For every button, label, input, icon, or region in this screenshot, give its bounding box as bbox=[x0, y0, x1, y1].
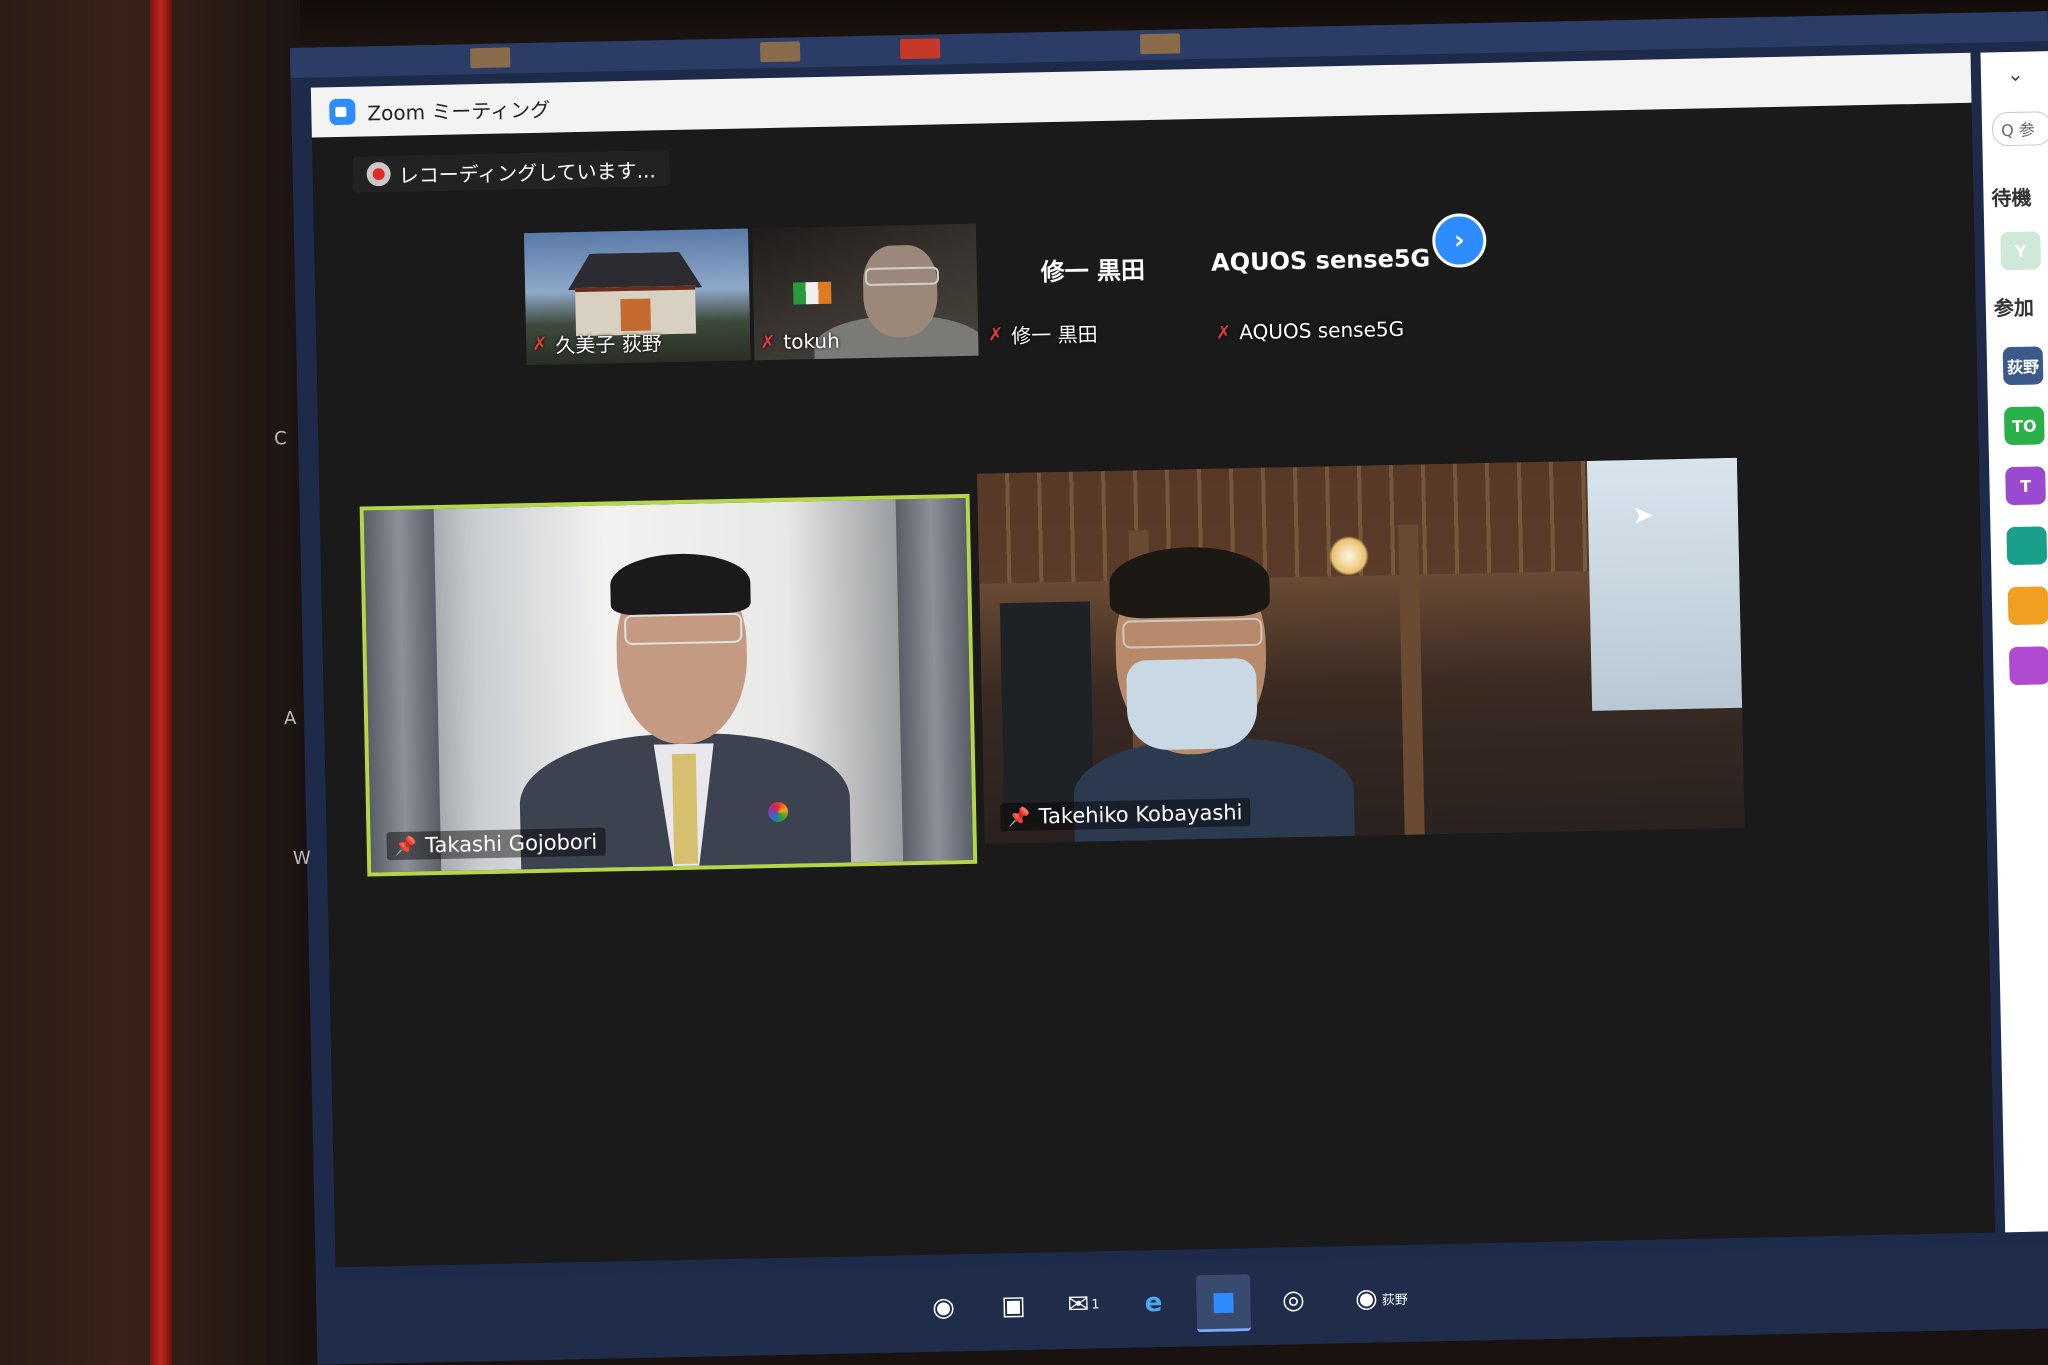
profile-label: 荻野 bbox=[1381, 1292, 1408, 1308]
participant-name: tokuh bbox=[783, 328, 840, 354]
glasses-shape bbox=[623, 612, 743, 646]
projection-screen-shape bbox=[1586, 457, 1743, 711]
curtain-shape bbox=[363, 509, 442, 873]
speaker-hair-shape bbox=[609, 552, 751, 616]
recording-label: レコーディングしています... bbox=[398, 157, 656, 188]
window-title: Zoom ミーティング bbox=[367, 97, 551, 125]
participant-thumbnail[interactable]: AQUOS sense5G ✗ AQUOS sense5G bbox=[1207, 214, 1435, 351]
mail-icon[interactable]: ✉ 1 bbox=[1056, 1277, 1111, 1332]
search-text: Q 参 bbox=[2000, 120, 2035, 141]
zoom-app-icon[interactable]: ■ bbox=[1195, 1274, 1252, 1333]
pin-icon: 📌 bbox=[394, 835, 418, 857]
participant-avatar[interactable] bbox=[2008, 646, 2048, 686]
participant-avatar[interactable] bbox=[2007, 586, 2048, 626]
avatar-label: 荻野 bbox=[2006, 357, 2040, 378]
participant-name: 修一 黒田 bbox=[1011, 322, 1098, 348]
participant-avatar[interactable]: TO bbox=[2003, 406, 2045, 446]
microphone-muted-icon: ✗ bbox=[760, 331, 776, 353]
zoom-meeting-window: Zoom ミーティング レコーディングしています... ✗ 久美子 荻野 ✗ t… bbox=[310, 52, 1996, 1268]
avatar-label: TO bbox=[2011, 416, 2037, 436]
speaker-video-tile[interactable]: 📌 Takehiko Kobayashi bbox=[977, 457, 1745, 844]
chrome-glyph: ◉ bbox=[1354, 1283, 1379, 1314]
face-mask-shape bbox=[1126, 657, 1258, 751]
participant-thumbnail[interactable]: ✗ tokuh bbox=[751, 223, 979, 361]
chrome-icon[interactable]: ◉ bbox=[916, 1280, 971, 1335]
participant-thumbnail[interactable]: ✗ 久美子 荻野 bbox=[523, 228, 751, 366]
mail-glyph: ✉ bbox=[1067, 1289, 1090, 1320]
participant-avatar[interactable] bbox=[2006, 526, 2048, 566]
participant-name-tag: ✗ AQUOS sense5G bbox=[1216, 317, 1404, 345]
participant-center-label: 修一 黒田 bbox=[1040, 256, 1146, 287]
curtain-shape bbox=[895, 497, 974, 862]
files-icon[interactable]: ▣ bbox=[986, 1279, 1041, 1334]
participant-avatar[interactable]: Y bbox=[2000, 231, 2042, 271]
obs-icon[interactable]: ◎ bbox=[1266, 1273, 1321, 1328]
desktop-icon[interactable] bbox=[1139, 33, 1181, 55]
speaker-name-tag: 📌 Takehiko Kobayashi bbox=[999, 798, 1251, 832]
participant-name: 久美子 荻野 bbox=[555, 331, 662, 358]
waiting-room-heading: 待機 bbox=[1991, 185, 2032, 211]
desktop-icon[interactable] bbox=[470, 47, 511, 69]
speaker-video-tile[interactable]: 📌 Takashi Gojobori bbox=[359, 493, 978, 877]
gallery-next-button[interactable]: › bbox=[1431, 212, 1487, 269]
participants-heading: 参加 bbox=[1993, 295, 2035, 321]
participant-name-tag: ✗ 久美子 荻野 bbox=[532, 327, 662, 359]
desktop-edge-letter: C bbox=[273, 428, 287, 450]
speaker-name-tag: 📌 Takashi Gojobori bbox=[386, 827, 606, 861]
temple-door-shape bbox=[620, 298, 651, 332]
chevron-right-icon: › bbox=[1453, 225, 1465, 256]
glasses-shape bbox=[864, 266, 940, 287]
pin-icon: 📌 bbox=[1008, 806, 1031, 828]
desktop-icon[interactable] bbox=[899, 38, 941, 60]
participant-name-tag: ✗ tokuh bbox=[760, 329, 840, 355]
monitor-red-frame bbox=[150, 0, 172, 1365]
participant-thumbnail[interactable]: 修一 黒田 ✗ 修一 黒田 bbox=[979, 218, 1207, 356]
glasses-shape bbox=[1122, 617, 1263, 649]
edge-icon[interactable]: e bbox=[1126, 1276, 1181, 1331]
desktop-icon[interactable] bbox=[759, 41, 801, 63]
microphone-muted-icon: ✗ bbox=[1215, 321, 1232, 344]
desktop-edge-letter: W bbox=[292, 847, 312, 870]
participant-avatar[interactable]: T bbox=[2005, 466, 2046, 506]
participant-avatar[interactable]: 荻野 bbox=[2002, 346, 2044, 386]
mail-badge: 1 bbox=[1091, 1296, 1100, 1312]
recording-indicator[interactable]: レコーディングしています... bbox=[352, 150, 671, 193]
speaker-name: Takashi Gojobori bbox=[424, 829, 598, 858]
chrome-profile-icon[interactable]: ◉ 荻野 bbox=[1336, 1270, 1427, 1326]
temple-roof-shape bbox=[554, 251, 715, 290]
avatar-label: Y bbox=[2014, 241, 2027, 261]
participant-center-label: AQUOS sense5G bbox=[1210, 244, 1431, 277]
zoom-logo-icon bbox=[329, 98, 356, 126]
participant-search-input[interactable]: Q 参 bbox=[1991, 111, 2048, 147]
avatar-label: T bbox=[2019, 476, 2032, 496]
recording-cloud-icon bbox=[366, 161, 391, 187]
speaker-name: Takehiko Kobayashi bbox=[1038, 800, 1243, 829]
participant-name: AQUOS sense5G bbox=[1239, 316, 1405, 345]
flag-shape bbox=[793, 281, 832, 305]
screen: C A W Zoom ミーティング レコーディングしています... ✗ 久美子 … bbox=[274, 11, 2048, 1365]
participant-head-shape bbox=[862, 244, 939, 339]
microphone-muted-icon: ✗ bbox=[532, 333, 548, 355]
microphone-muted-icon: ✗ bbox=[987, 324, 1004, 346]
chevron-down-icon[interactable]: ⌄ bbox=[2007, 62, 2024, 86]
mouse-cursor-icon: ➤ bbox=[1631, 500, 1655, 531]
participant-name-tag: ✗ 修一 黒田 bbox=[988, 318, 1098, 349]
desktop-edge-letter: A bbox=[283, 708, 297, 730]
speaker-tie-shape bbox=[671, 753, 699, 865]
